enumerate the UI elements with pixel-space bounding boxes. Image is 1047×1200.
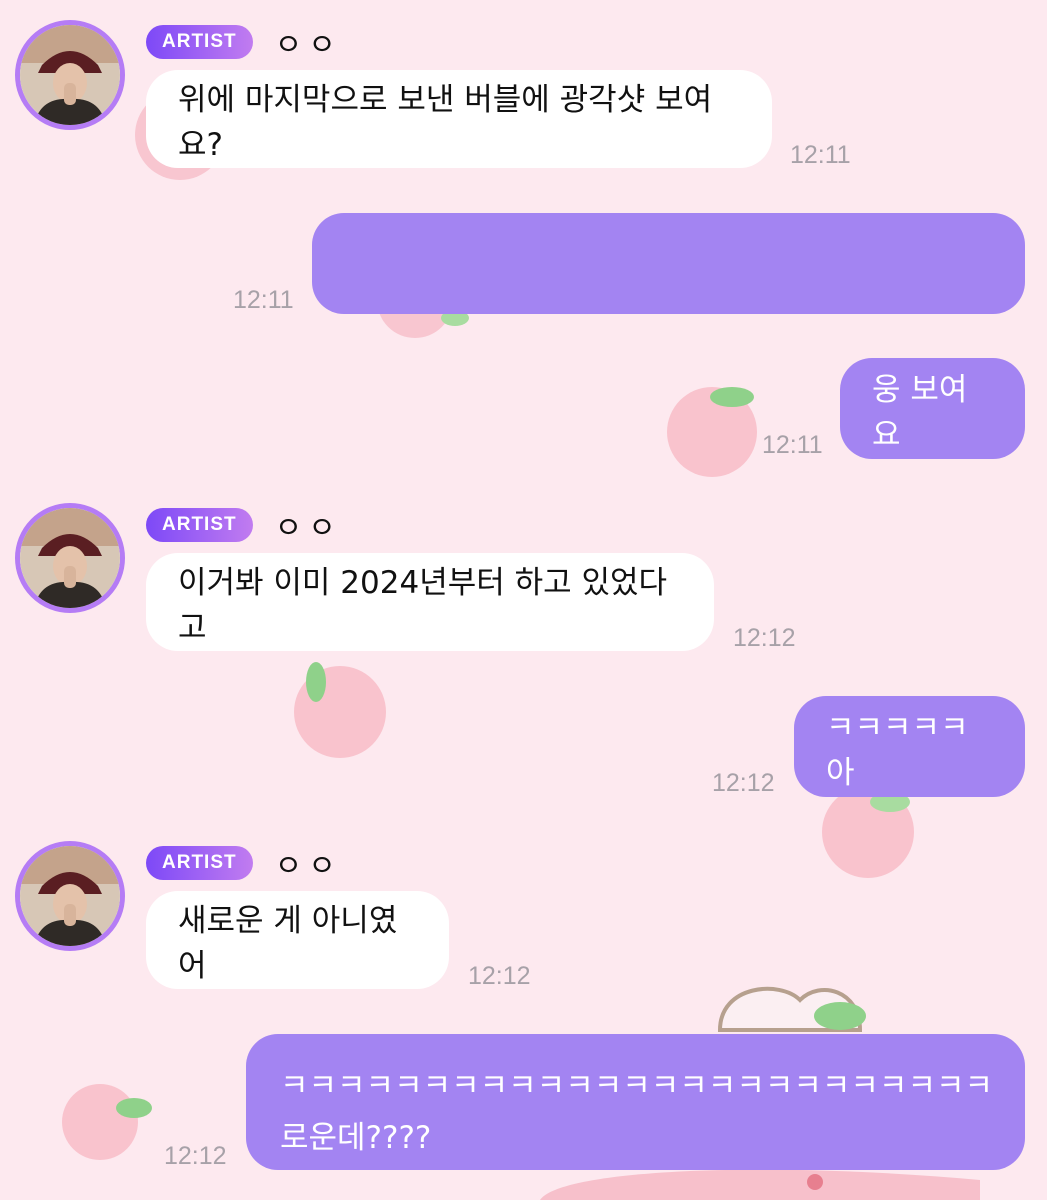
message-timestamp: 12:12 (164, 1142, 227, 1170)
outgoing-message-bubble[interactable]: ㅋㅋㅋㅋㅋㅋㅋㅋㅋㅋㅋㅋㅋㅋㅋㅋㅋㅋㅋㅋㅋㅋㅋㅋㅋㅋ 아니 새 로운데???? (246, 1034, 1025, 1170)
message-text-line: 로운데???? (280, 1120, 432, 1156)
message-text-line: ㅋㅋㅋㅋㅋㅋㅋㅋㅋㅋㅋㅋㅋㅋㅋㅋㅋㅋㅋㅋㅋㅋㅋㅋㅋㅋ 아니 새 (280, 1068, 991, 1104)
message-row-me: ㅋㅋㅋㅋㅋㅋㅋㅋㅋㅋㅋㅋㅋㅋㅋㅋㅋㅋㅋㅋㅋㅋㅋㅋㅋㅋ 아니 새 로운데???? … (0, 0, 1047, 1200)
